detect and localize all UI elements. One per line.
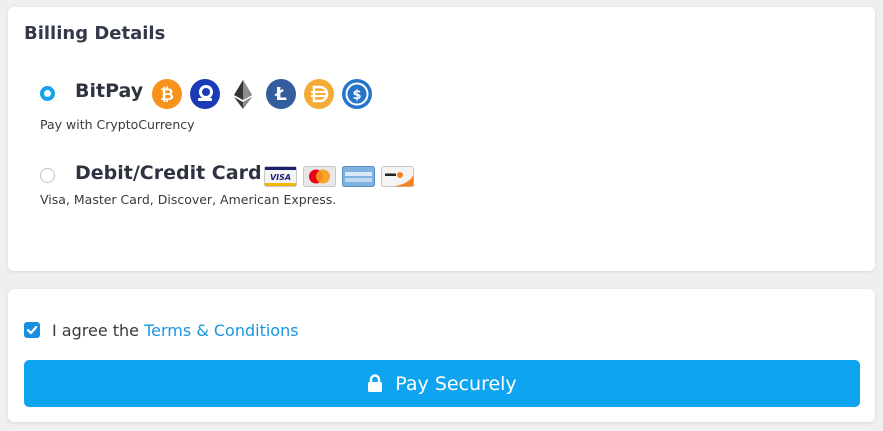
mastercard-card-icon (303, 166, 336, 187)
bitpay-label[interactable]: BitPay (75, 80, 143, 102)
terms-link[interactable]: Terms & Conditions (144, 321, 298, 340)
pay-securely-label: Pay Securely (395, 372, 517, 395)
terms-checkbox[interactable] (24, 322, 40, 338)
terms-prefix: I agree the (52, 321, 145, 340)
svg-text:$: $ (352, 88, 361, 103)
litecoin-icon: Ł (266, 79, 296, 109)
card-radio[interactable] (40, 168, 55, 183)
svg-text:₿: ₿ (160, 85, 174, 105)
lock-icon (368, 374, 383, 392)
ethereum-icon (234, 80, 252, 109)
american-express-card-icon (342, 166, 375, 187)
checkmark-icon (26, 325, 38, 335)
bitpay-radio[interactable] (40, 86, 55, 101)
svg-text:Ł: Ł (274, 84, 287, 105)
visa-card-icon: VISA (264, 166, 297, 187)
discover-card-icon (381, 166, 414, 187)
svg-text:VISA: VISA (270, 173, 291, 182)
dai-icon (304, 79, 334, 109)
usdc-icon: $ (342, 79, 372, 109)
billing-details-title: Billing Details (24, 23, 166, 44)
card-label[interactable]: Debit/Credit Card (75, 162, 262, 184)
terms-text: I agree the Terms & Conditions (52, 321, 299, 340)
bitcoin-icon: ₿ (152, 79, 182, 109)
payment-card: I agree the Terms & Conditions Pay Secur… (8, 289, 875, 422)
bitpay-description: Pay with CryptoCurrency (40, 117, 195, 132)
pay-securely-button[interactable]: Pay Securely (24, 360, 860, 407)
billing-details-card: Billing Details BitPay ₿ Ł $ Pay with Cr… (8, 7, 875, 271)
card-description: Visa, Master Card, Discover, American Ex… (40, 192, 337, 207)
bitpay-coin-icon (190, 79, 220, 109)
